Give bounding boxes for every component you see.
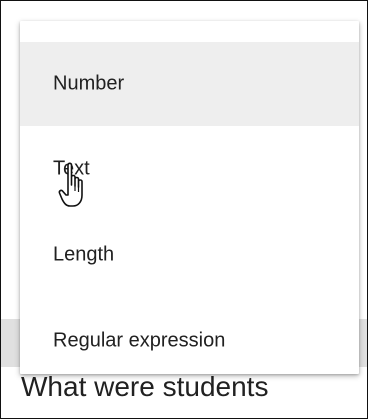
menu-item-label: Number [53, 72, 125, 95]
screenshot-frame: What were students Number Text Length Re… [0, 0, 368, 419]
menu-item-regular-expression[interactable]: Regular expression [20, 299, 359, 383]
menu-item-label: Regular expression [53, 329, 226, 352]
hand-pointer-icon [58, 162, 83, 207]
menu-item-label: Length [53, 243, 115, 266]
menu-item-number[interactable]: Number [20, 42, 359, 126]
menu-item-length[interactable]: Length [20, 213, 359, 297]
